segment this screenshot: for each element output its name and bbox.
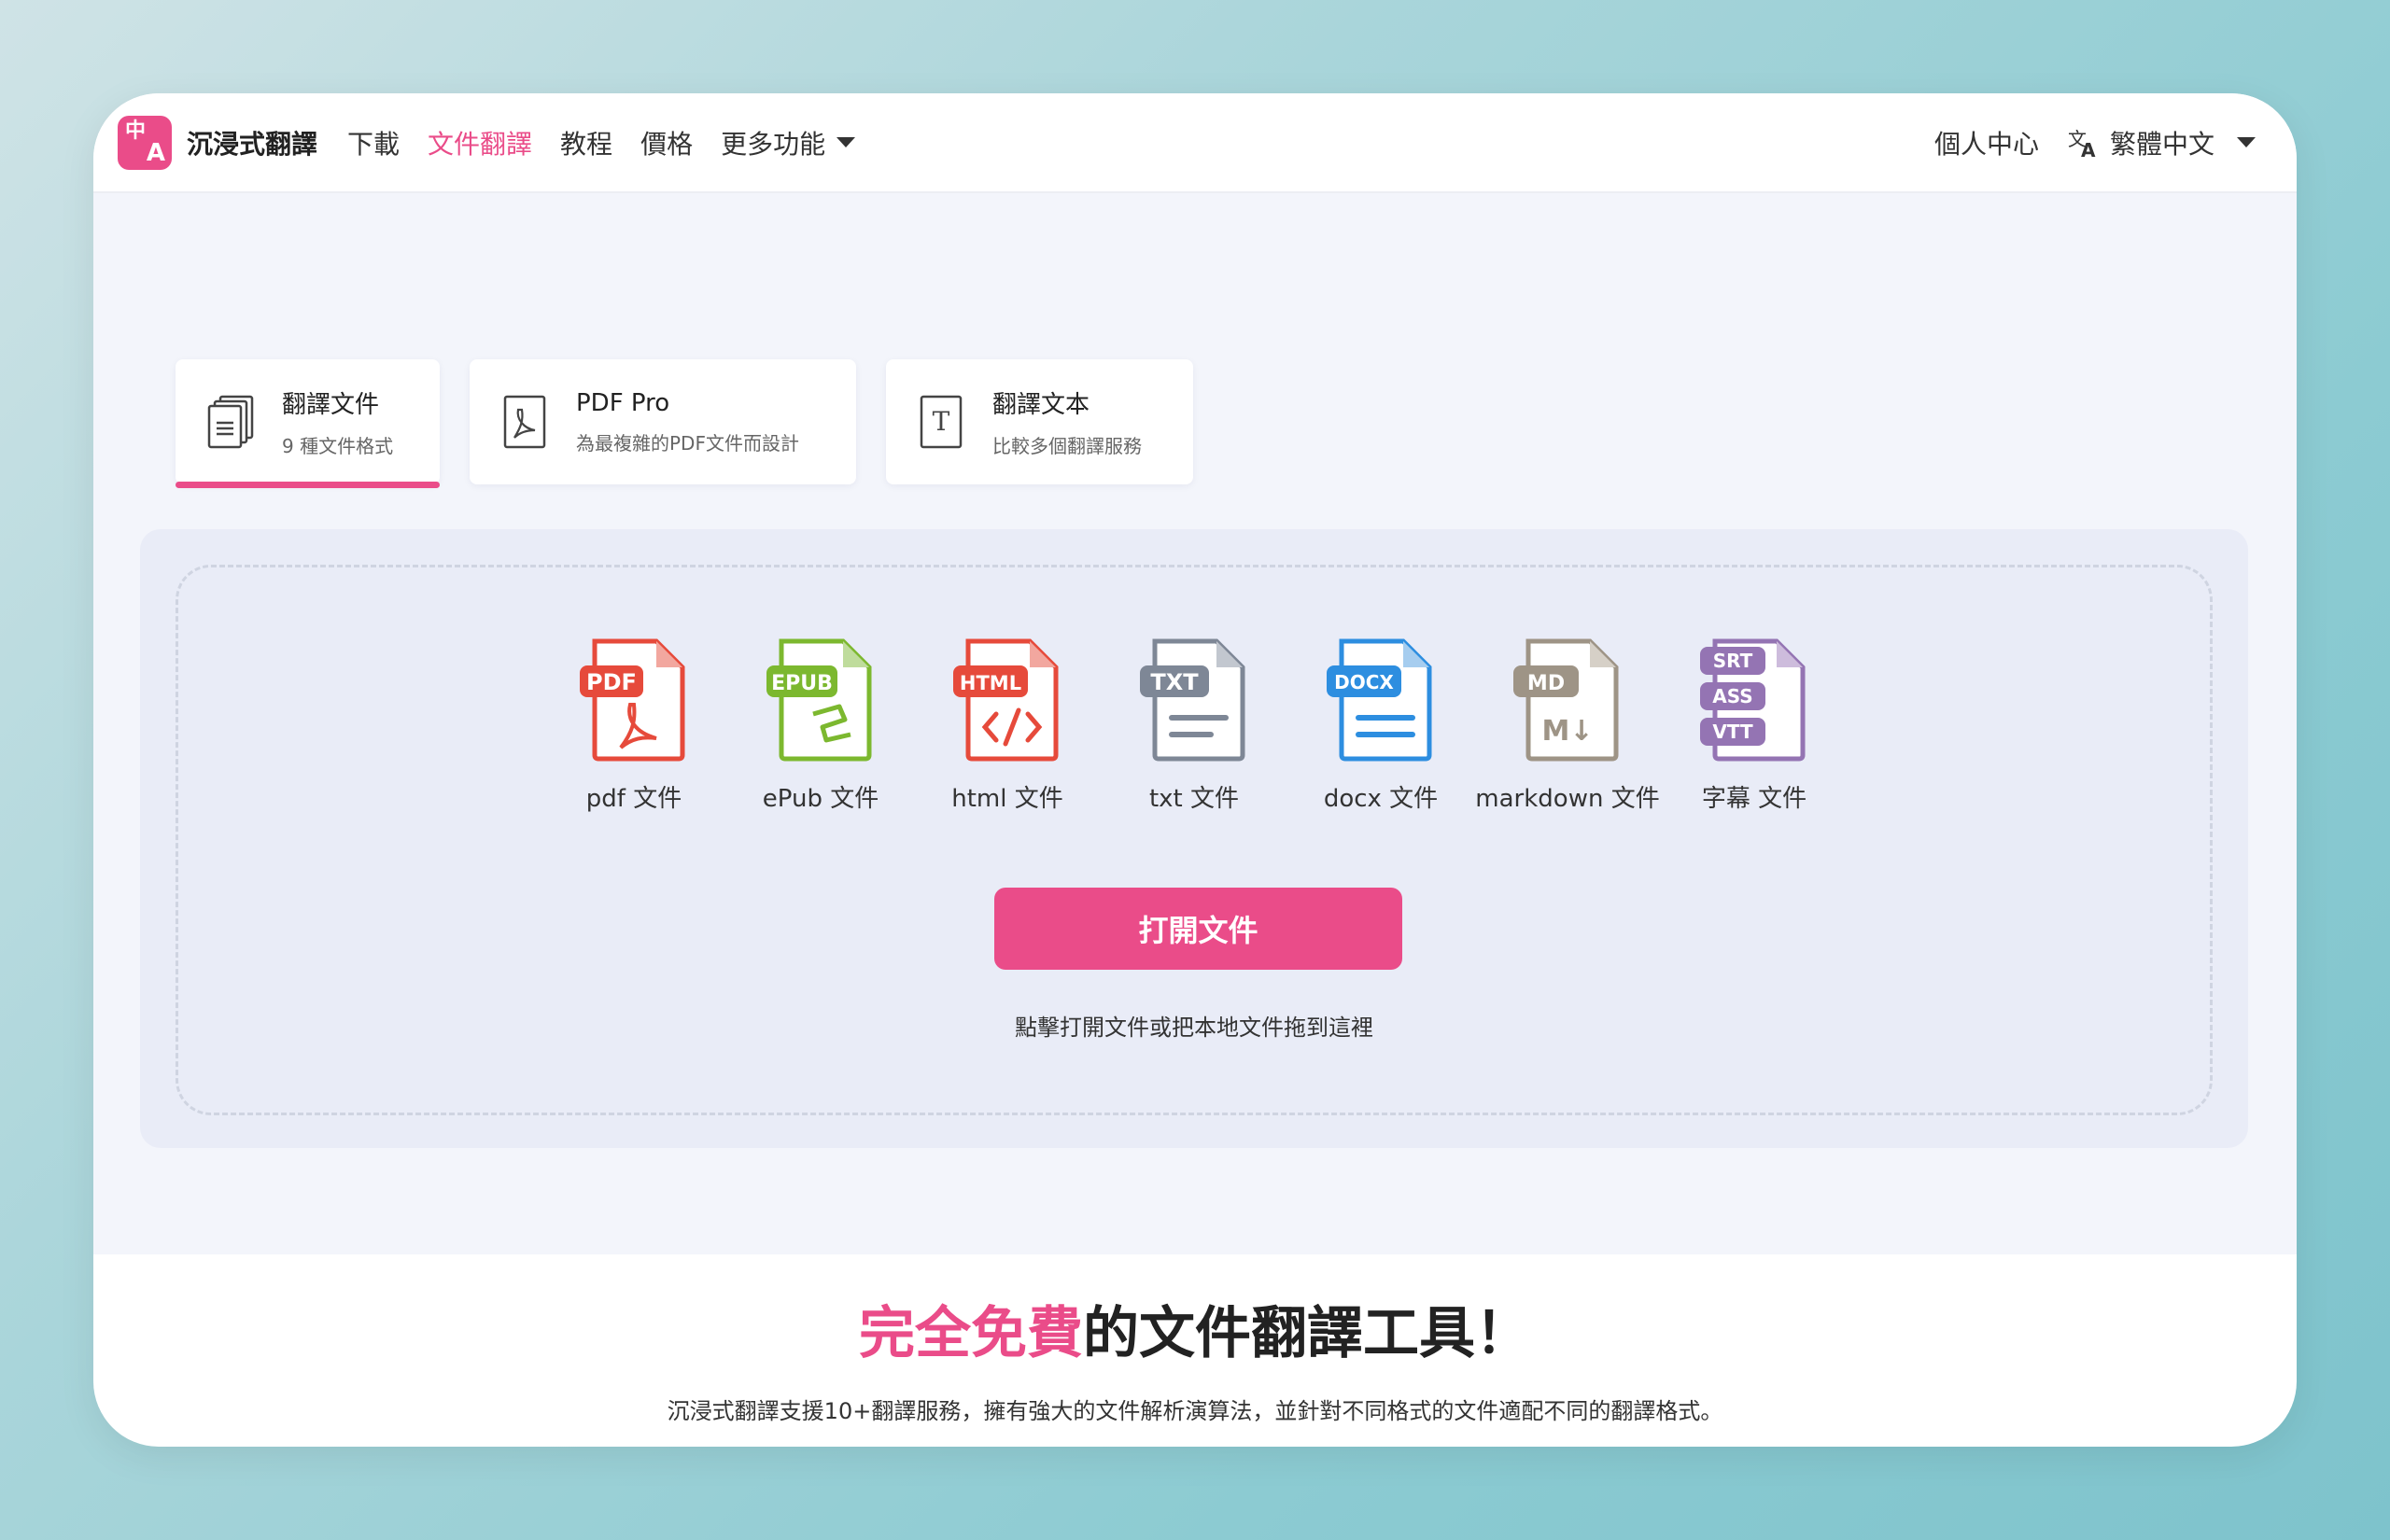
format-label: docx 文件 [1323, 785, 1439, 813]
nav-document-translation[interactable]: 文件翻譯 [428, 124, 532, 161]
translate-icon: 文 A [2068, 128, 2096, 159]
tab-translate-text[interactable]: T 翻譯文本 比較多個翻譯服務 [886, 359, 1193, 484]
svg-text:PDF: PDF [586, 669, 637, 695]
nav-download[interactable]: 下載 [347, 124, 400, 161]
nav-right: 個人中心 文 A 繁體中文 [1934, 124, 2272, 161]
tab-title: 翻譯文件 [282, 391, 380, 419]
pdf-file-icon: PDF [580, 638, 685, 762]
svg-text:SRT: SRT [1713, 650, 1753, 672]
format-label: markdown 文件 [1475, 785, 1660, 813]
svg-text:A: A [2081, 139, 2096, 159]
tab-text: 翻譯文本 比較多個翻譯服務 [992, 385, 1142, 458]
main-area: 翻譯文件 9 種文件格式 PDF Pro 為最複雜的PDF文件而設計 T 翻譯文… [93, 193, 2297, 1254]
format-label: 字幕 文件 [1701, 785, 1807, 813]
page-tagline: 沉浸式翻譯支援10+翻譯服務，擁有強大的文件解析演算法，並針對不同格式的文件適配… [667, 1398, 1723, 1424]
dropzone-hint: 點擊打開文件或把本地文件拖到這裡 [1015, 1015, 1373, 1041]
epub-file-icon: EPUB [766, 638, 872, 762]
tab-subtitle: 9 種文件格式 [282, 435, 394, 457]
nav-links: 下載 文件翻譯 教程 價格 更多功能 [347, 124, 856, 161]
docx-file-icon: DOCX [1327, 638, 1432, 762]
logo-icon[interactable]: 中A [118, 115, 172, 170]
tab-pdf-pro[interactable]: PDF Pro 為最複雜的PDF文件而設計 [470, 359, 856, 484]
pdf-acrobat-icon [503, 395, 546, 449]
tab-translate-document[interactable]: 翻譯文件 9 種文件格式 [176, 359, 440, 488]
headline-accent: 完全免費 [859, 1301, 1083, 1366]
brand-name[interactable]: 沉浸式翻譯 [187, 124, 317, 161]
format-txt: TXT txt 文件 [1101, 637, 1287, 814]
format-pdf: PDF pdf 文件 [541, 637, 727, 814]
format-subtitle: SRT ASS VTT 字幕 文件 [1661, 637, 1848, 814]
svg-text:VTT: VTT [1712, 721, 1753, 743]
documents-icon [207, 395, 254, 449]
open-file-button[interactable]: 打開文件 [994, 888, 1402, 970]
svg-text:ASS: ASS [1712, 685, 1752, 707]
markdown-file-icon: MD M↓ [1513, 638, 1619, 762]
nav-tutorial[interactable]: 教程 [560, 124, 612, 161]
headline-rest: 的文件翻譯工具！ [1083, 1301, 1531, 1366]
format-list: PDF pdf 文件 EPUB ePub 文件 HTML html 文件 TXT… [178, 637, 2210, 814]
browser-window: 中A 沉浸式翻譯 下載 文件翻譯 教程 價格 更多功能 個人中心 文 A 繁體中… [93, 93, 2297, 1447]
txt-file-icon: TXT [1140, 638, 1245, 762]
nav-more-features[interactable]: 更多功能 [721, 124, 856, 161]
svg-text:M↓: M↓ [1542, 715, 1594, 748]
format-label: ePub 文件 [762, 785, 879, 813]
language-selector[interactable]: 文 A 繁體中文 [2067, 124, 2256, 161]
tab-subtitle: 比較多個翻譯服務 [992, 435, 1142, 457]
html-file-icon: HTML [953, 638, 1059, 762]
format-label: html 文件 [951, 785, 1063, 813]
format-docx: DOCX docx 文件 [1287, 637, 1474, 814]
user-center-link[interactable]: 個人中心 [1934, 124, 2039, 161]
tab-title: PDF Pro [576, 388, 670, 417]
text-icon: T [920, 395, 963, 449]
page-headline: 完全免費的文件翻譯工具！ [93, 1288, 2297, 1369]
tab-text: PDF Pro 為最複雜的PDF文件而設計 [576, 389, 799, 455]
format-label: txt 文件 [1148, 785, 1240, 813]
format-html: HTML html 文件 [914, 637, 1101, 814]
format-label: pdf 文件 [585, 785, 682, 813]
chevron-down-icon [836, 137, 856, 147]
subtitle-file-icon: SRT ASS VTT [1700, 638, 1806, 762]
navbar: 中A 沉浸式翻譯 下載 文件翻譯 教程 價格 更多功能 個人中心 文 A 繁體中… [93, 93, 2297, 193]
format-markdown: MD M↓ markdown 文件 [1474, 637, 1661, 814]
language-label: 繁體中文 [2109, 128, 2214, 160]
nav-more-label: 更多功能 [721, 128, 826, 160]
nav-pricing[interactable]: 價格 [640, 124, 693, 161]
file-dropzone[interactable]: PDF pdf 文件 EPUB ePub 文件 HTML html 文件 TXT… [176, 565, 2213, 1115]
tab-subtitle: 為最複雜的PDF文件而設計 [576, 431, 799, 455]
tab-text: 翻譯文件 9 種文件格式 [282, 385, 393, 458]
svg-text:T: T [933, 406, 950, 437]
tab-title: 翻譯文本 [992, 391, 1090, 419]
chevron-down-icon [2237, 137, 2256, 147]
svg-text:MD: MD [1527, 672, 1565, 695]
svg-text:HTML: HTML [960, 672, 1021, 694]
upload-panel: PDF pdf 文件 EPUB ePub 文件 HTML html 文件 TXT… [140, 529, 2248, 1148]
svg-text:TXT: TXT [1150, 669, 1199, 695]
format-epub: EPUB ePub 文件 [727, 637, 914, 814]
svg-text:EPUB: EPUB [771, 672, 833, 695]
svg-text:DOCX: DOCX [1334, 671, 1394, 693]
